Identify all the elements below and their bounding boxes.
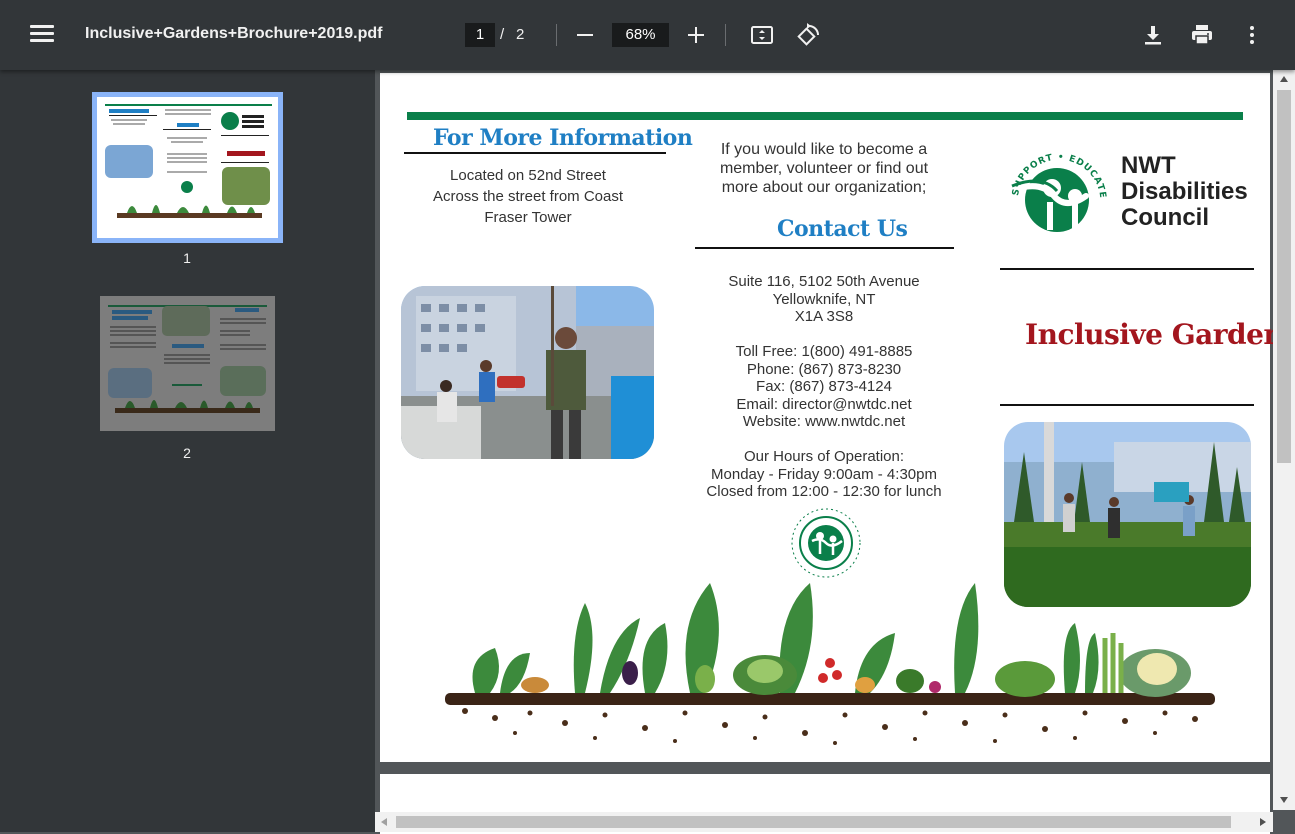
more-info-heading: For More Information bbox=[433, 125, 693, 151]
address-line: Suite 116, 5102 50th Avenue bbox=[728, 273, 920, 290]
address-text: Suite 116, 5102 50th Avenue Yellowknife,… bbox=[688, 273, 960, 326]
address-line: Yellowknife, NT bbox=[772, 290, 876, 308]
zoom-out-button[interactable] bbox=[575, 21, 595, 49]
section-rule bbox=[1000, 404, 1254, 406]
menu-icon[interactable] bbox=[28, 22, 56, 48]
address-line: X1A 3S8 bbox=[794, 308, 854, 325]
thumbnail-sidebar: 1 2 bbox=[0, 70, 375, 832]
rotate-icon[interactable] bbox=[795, 22, 821, 48]
vegetable-garden-illustration bbox=[435, 583, 1225, 748]
org-name-line: Council bbox=[1121, 204, 1209, 231]
hours-line: Monday - Friday 9:00am - 4:30pm bbox=[711, 465, 937, 483]
page-thumbnail-1[interactable] bbox=[92, 92, 283, 243]
contact-line: Toll Free: 1(800) 491-8885 bbox=[735, 343, 913, 360]
pdf-toolbar: Inclusive+Gardens+Brochure+2019.pdf 1 / … bbox=[0, 0, 1295, 70]
page-number-input[interactable]: 1 bbox=[465, 23, 495, 47]
print-icon[interactable] bbox=[1189, 22, 1215, 48]
intro-line: If you would like to become a bbox=[720, 141, 928, 158]
contact-line: Email: director@nwtdc.net bbox=[736, 395, 912, 413]
location-line: Located on 52nd Street bbox=[450, 167, 606, 184]
toolbar-divider bbox=[556, 24, 557, 46]
section-rule bbox=[404, 152, 666, 154]
fit-to-page-icon[interactable] bbox=[749, 22, 775, 48]
garden-heading: Inclusive Garden bbox=[1025, 318, 1284, 351]
scroll-left-arrow-icon[interactable] bbox=[381, 818, 387, 826]
scroll-right-arrow-icon[interactable] bbox=[1260, 818, 1266, 826]
contact-line: Fax: (867) 873-4124 bbox=[756, 378, 892, 395]
pdf-page-1: For More Information Located on 52nd Str… bbox=[380, 73, 1284, 762]
org-name-line: Disabilities bbox=[1121, 178, 1248, 205]
more-options-icon[interactable] bbox=[1239, 22, 1265, 48]
thumbnail-label-1: 1 bbox=[183, 250, 191, 266]
intro-line: more about our organization; bbox=[721, 179, 927, 196]
hours-line: Closed from 12:00 - 12:30 for lunch bbox=[706, 483, 942, 500]
contact-details: Toll Free: 1(800) 491-8885 Phone: (867) … bbox=[688, 343, 960, 431]
location-text: Located on 52nd Street Across the street… bbox=[404, 165, 652, 228]
small-council-logo bbox=[786, 503, 866, 583]
page-separator: / bbox=[500, 26, 505, 43]
horizontal-scrollbar[interactable] bbox=[375, 812, 1273, 832]
scroll-down-arrow-icon[interactable] bbox=[1280, 797, 1288, 803]
page-total: 2 bbox=[516, 26, 525, 43]
section-rule bbox=[1000, 268, 1254, 270]
hours-text: Our Hours of Operation: Monday - Friday … bbox=[688, 448, 960, 501]
hours-line: Our Hours of Operation: bbox=[743, 448, 905, 465]
org-name: NWT Disabilities Council bbox=[1121, 153, 1248, 231]
contact-heading: Contact Us bbox=[777, 216, 908, 242]
volunteers-photo bbox=[401, 286, 654, 459]
zoom-level-input[interactable]: 68% bbox=[612, 23, 669, 47]
vertical-scrollbar[interactable] bbox=[1273, 70, 1295, 810]
green-top-bar bbox=[407, 112, 1243, 120]
contact-line: Phone: (867) 873-8230 bbox=[746, 360, 902, 378]
contact-line: Website: www.nwtdc.net bbox=[742, 413, 906, 430]
zoom-in-button[interactable] bbox=[686, 25, 706, 45]
section-rule bbox=[695, 247, 954, 249]
garden-photo bbox=[1004, 422, 1251, 607]
vertical-scroll-thumb[interactable] bbox=[1277, 90, 1291, 463]
location-line: Fraser Tower bbox=[484, 209, 572, 226]
page-thumbnail-2[interactable] bbox=[100, 296, 275, 431]
thumbnail-label-2: 2 bbox=[183, 445, 191, 461]
org-name-line: NWT bbox=[1121, 152, 1176, 179]
download-icon[interactable] bbox=[1140, 22, 1166, 48]
intro-text: If you would like to become a member, vo… bbox=[688, 140, 960, 197]
horizontal-scroll-thumb[interactable] bbox=[396, 816, 1231, 828]
location-line: Across the street from Coast bbox=[432, 188, 624, 205]
council-logo-icon: SUPPORT • EDUCATE • ADVOCATE bbox=[996, 129, 1115, 251]
toolbar-divider bbox=[725, 24, 726, 46]
document-title: Inclusive+Gardens+Brochure+2019.pdf bbox=[85, 25, 383, 42]
scroll-up-arrow-icon[interactable] bbox=[1280, 76, 1288, 82]
intro-line: member, volunteer or find out bbox=[719, 160, 929, 177]
